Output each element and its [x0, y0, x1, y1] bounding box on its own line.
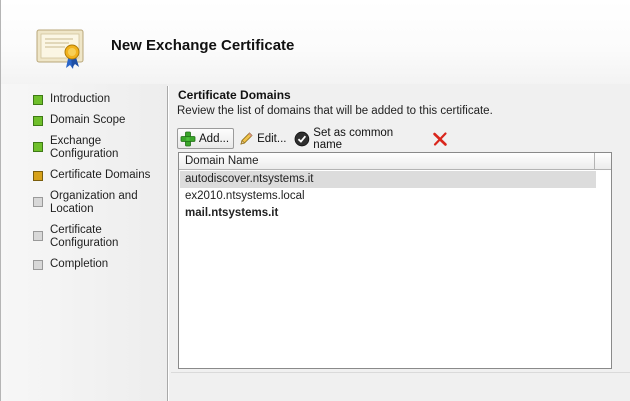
edit-button-label: Edit...: [257, 132, 287, 145]
edit-button[interactable]: Edit...: [236, 128, 290, 149]
add-button-label: Add...: [199, 132, 230, 145]
pencil-icon: [240, 131, 253, 145]
divider: [171, 372, 630, 373]
page-description: Review the list of domains that will be …: [177, 105, 493, 117]
domain-toolbar: Add... Edit... Set as common name: [177, 126, 457, 151]
set-common-name-button[interactable]: Set as common name: [292, 126, 428, 151]
column-header-domain-name[interactable]: Domain Name: [179, 153, 595, 170]
step-pending-icon: [33, 231, 43, 241]
delete-x-icon: [433, 131, 447, 146]
nav-divider: [167, 86, 169, 401]
domain-list[interactable]: Domain Name autodiscover.ntsystems.it ex…: [178, 152, 612, 369]
nav-item-introduction[interactable]: Introduction: [33, 93, 163, 106]
wizard-title: New Exchange Certificate: [111, 37, 295, 54]
list-item[interactable]: autodiscover.ntsystems.it: [180, 171, 596, 188]
wizard-nav: Introduction Domain Scope Exchange Confi…: [1, 84, 167, 401]
nav-item-label: Organization and Location: [50, 190, 138, 215]
remove-button[interactable]: [430, 128, 455, 149]
nav-item-label: Introduction: [50, 93, 111, 105]
page-title: Certificate Domains: [178, 88, 291, 102]
step-complete-icon: [33, 142, 43, 152]
nav-item-label: Domain Scope: [50, 114, 126, 126]
nav-item-domain-scope[interactable]: Domain Scope: [33, 114, 163, 127]
nav-item-label: Certificate Configuration: [50, 224, 119, 249]
nav-item-completion[interactable]: Completion: [33, 258, 163, 271]
step-pending-icon: [33, 197, 43, 207]
nav-item-label: Exchange Configuration: [50, 135, 119, 160]
set-common-name-label: Set as common name: [313, 126, 394, 151]
wizard-header: New Exchange Certificate: [1, 0, 630, 84]
nav-item-label: Certificate Domains: [50, 169, 151, 181]
certificate-icon: [36, 29, 84, 69]
nav-item-exchange-configuration[interactable]: Exchange Configuration: [33, 135, 163, 161]
list-item[interactable]: ex2010.ntsystems.local: [180, 188, 596, 205]
step-pending-icon: [33, 260, 43, 270]
checkmark-circle-icon: [295, 131, 310, 146]
nav-item-certificate-configuration[interactable]: Certificate Configuration: [33, 224, 163, 250]
nav-item-label: Completion: [50, 258, 109, 270]
wizard-window: New Exchange Certificate Introduction Do…: [0, 0, 630, 401]
step-current-icon: [33, 171, 43, 181]
add-button[interactable]: Add...: [177, 128, 235, 149]
nav-item-organization-location[interactable]: Organization and Location: [33, 190, 163, 216]
step-complete-icon: [33, 116, 43, 126]
list-header: Domain Name: [179, 153, 611, 170]
list-item[interactable]: mail.ntsystems.it: [180, 205, 596, 222]
plus-icon: [180, 131, 196, 146]
nav-item-certificate-domains[interactable]: Certificate Domains: [33, 169, 163, 182]
step-complete-icon: [33, 95, 43, 105]
